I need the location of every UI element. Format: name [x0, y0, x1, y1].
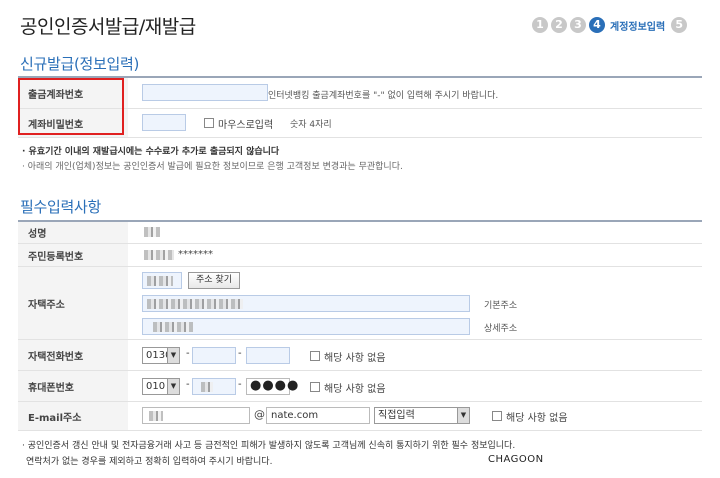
- email-domain-select[interactable]: 직접입력 ▼: [374, 407, 470, 424]
- mobile-row: 휴대폰번호 010 ▼ - - ●●●● 해당 사항 없음: [18, 371, 702, 402]
- basic-address-label: 기본주소: [484, 301, 518, 311]
- dash: -: [238, 379, 242, 390]
- step-3: 3: [570, 17, 586, 33]
- note-info: · 아래의 개인(업체)정보는 공인인증서 발급에 필요한 정보이므로 은행 고…: [22, 162, 403, 172]
- step-indicator: 1 2 3 4 계정정보입력 5: [532, 17, 690, 33]
- page-title: 공인인증서발급/재발급: [20, 16, 196, 38]
- email-na-label: 해당 사항 없음: [506, 413, 568, 424]
- step-4-active: 4: [589, 17, 605, 33]
- home-phone-label: 자택전화번호: [18, 340, 128, 370]
- mobile-prefix: 010: [146, 381, 166, 392]
- note-required: · 공인인증서 갱신 안내 및 전자금융거래 사고 등 금전적인 피해가 발생하…: [22, 441, 516, 451]
- note-accuracy: 연락처가 없는 경우를 제외하고 정확히 입력하여 주시기 바랍니다.: [26, 457, 273, 467]
- email-at: @: [254, 408, 265, 421]
- resident-row: 주민등록번호 *******: [18, 244, 702, 267]
- resident-mask: *******: [178, 249, 213, 260]
- active-step-label: 계정정보입력: [610, 21, 666, 33]
- blurred-mobile: [201, 382, 213, 392]
- mobile-mid-input[interactable]: [192, 378, 236, 395]
- find-address-button[interactable]: 주소 찾기: [188, 272, 240, 289]
- address-row: 자택주소 주소 찾기 기본주소 상세주소: [18, 267, 702, 340]
- dropdown-arrow-icon: ▼: [457, 408, 469, 423]
- mobile-na-checkbox[interactable]: [310, 382, 320, 392]
- home-phone-last-input[interactable]: [246, 347, 290, 364]
- dash: -: [186, 379, 190, 390]
- dash: -: [186, 348, 190, 359]
- step-5: 5: [671, 17, 688, 33]
- step-2: 2: [551, 17, 567, 33]
- dropdown-arrow-icon: ▼: [167, 379, 179, 394]
- home-phone-row: 자택전화번호 0130 ▼ - - 해당 사항 없음: [18, 340, 702, 371]
- detail-address-label: 상세주소: [484, 324, 518, 334]
- zipcode-input[interactable]: [142, 272, 182, 289]
- blurred-name: [144, 227, 160, 237]
- note-fee: · 유효기간 이내의 재발급시에는 수수료가 추가로 출금되지 않습니다: [22, 147, 280, 157]
- home-phone-prefix-select[interactable]: 0130 ▼: [142, 347, 180, 364]
- mouse-input-checkbox[interactable]: [204, 118, 214, 128]
- home-phone-na-checkbox[interactable]: [310, 351, 320, 361]
- password-input[interactable]: [142, 114, 186, 131]
- blurred-zipcode: [147, 276, 173, 286]
- mobile-label: 휴대폰번호: [18, 371, 128, 401]
- address-label: 자택주소: [18, 267, 128, 339]
- mobile-prefix-select[interactable]: 010 ▼: [142, 378, 180, 395]
- highlight-box: [18, 78, 124, 135]
- mobile-na-label: 해당 사항 없음: [324, 384, 386, 395]
- email-row: E-mail주소 @ nate.com 직접입력 ▼ 해당 사항 없음: [18, 402, 702, 431]
- email-domain-select-value: 직접입력: [378, 410, 415, 421]
- section-new-title: 신규발급(정보입력): [20, 55, 140, 73]
- account-hint: 인터넷뱅킹 출금계좌번호를 "-" 없이 입력해 주시기 바랍니다.: [268, 91, 499, 101]
- watermark-text: CHAGOON: [488, 454, 544, 465]
- name-label: 성명: [18, 222, 128, 243]
- password-hint: 숫자 4자리: [290, 120, 332, 130]
- basic-address-input[interactable]: [142, 295, 470, 312]
- name-row: 성명: [18, 222, 702, 244]
- email-label: E-mail주소: [18, 402, 128, 430]
- blurred-email: [149, 411, 163, 421]
- blurred-detail: [153, 322, 193, 332]
- dropdown-arrow-icon: ▼: [167, 348, 179, 363]
- mouse-input-label: 마우스로입력: [218, 120, 274, 131]
- home-phone-na-label: 해당 사항 없음: [324, 353, 386, 364]
- section-required-title: 필수입력사항: [20, 198, 102, 216]
- blurred-address: [147, 299, 243, 309]
- email-na-checkbox[interactable]: [492, 411, 502, 421]
- account-input[interactable]: [142, 84, 268, 101]
- home-phone-mid-input[interactable]: [192, 347, 236, 364]
- resident-label: 주민등록번호: [18, 244, 128, 266]
- email-id-input[interactable]: [142, 407, 250, 424]
- step-1: 1: [532, 17, 548, 33]
- blurred-resident: [144, 250, 174, 260]
- email-domain-input[interactable]: nate.com: [266, 407, 370, 424]
- mobile-mask: ●●●●: [250, 378, 300, 393]
- detail-address-input[interactable]: [142, 318, 470, 335]
- dash: -: [238, 348, 242, 359]
